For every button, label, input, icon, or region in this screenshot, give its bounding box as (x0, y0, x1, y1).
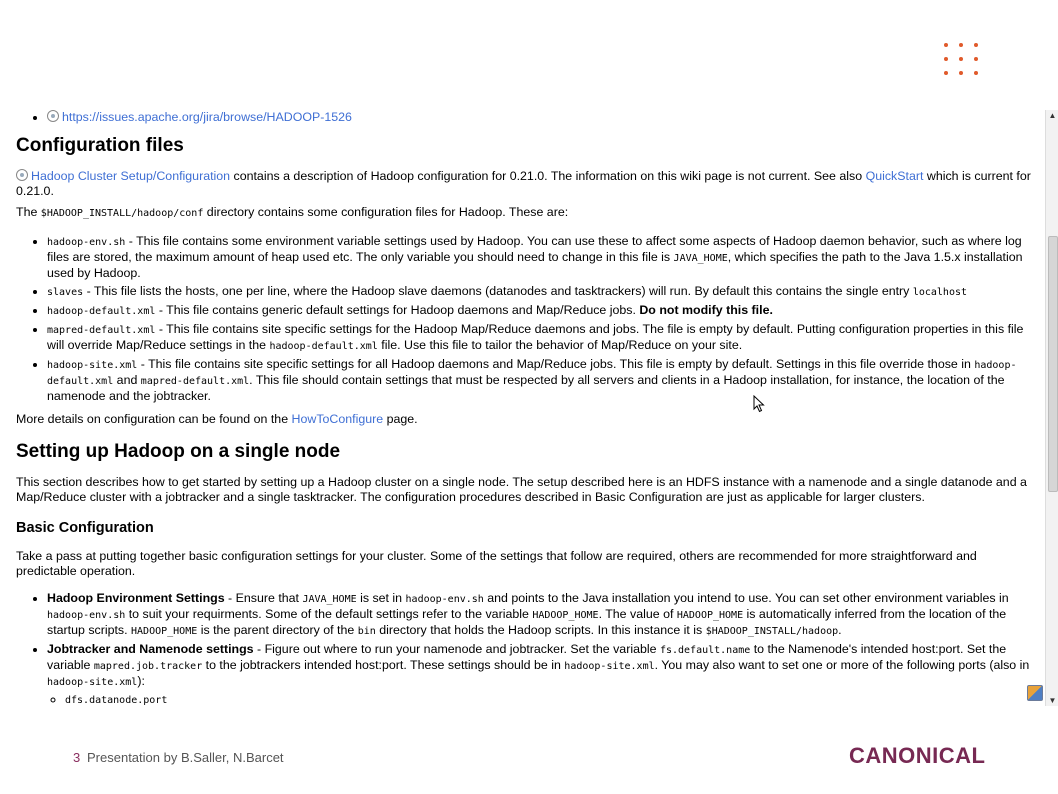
canonical-logo: CANONICAL (849, 743, 986, 768)
browser-viewport: https://issues.apache.org/jira/browse/HA… (0, 108, 1045, 706)
basic-config-para: Take a pass at putting together basic co… (16, 549, 977, 578)
single-node-para: This section describes how to get starte… (16, 475, 1027, 504)
list-item: Jobtracker and Namenode settings - Figur… (47, 642, 1034, 706)
corner-app-icon[interactable] (1027, 685, 1043, 701)
external-link-icon (47, 110, 59, 122)
subheading-basic-config: Basic Configuration (16, 520, 154, 536)
config-intro: Hadoop Cluster Setup/Configuration conta… (16, 169, 1031, 198)
more-details-para: More details on configuration can be fou… (16, 412, 418, 426)
list-item: dfs.datanode.port (65, 692, 1034, 706)
list-item: hadoop-env.sh - This file contains some … (47, 234, 1034, 281)
mouse-cursor-icon (753, 395, 765, 413)
quickstart-link[interactable]: QuickStart (866, 169, 924, 183)
list-item: hadoop-site.xml - This file contains sit… (47, 357, 1034, 404)
vertical-scrollbar[interactable]: ▲ ▼ (1045, 110, 1058, 706)
wiki-content: https://issues.apache.org/jira/browse/HA… (16, 108, 1034, 706)
scroll-down-arrow-icon[interactable]: ▼ (1047, 695, 1058, 706)
scroll-up-arrow-icon[interactable]: ▲ (1047, 110, 1058, 121)
list-item: hadoop-default.xml - This file contains … (47, 303, 1034, 319)
jira-link[interactable]: https://issues.apache.org/jira/browse/HA… (62, 110, 352, 124)
list-item: slaves - This file lists the hosts, one … (47, 284, 1034, 300)
cluster-setup-link[interactable]: Hadoop Cluster Setup/Configuration (31, 169, 230, 183)
config-files-list: hadoop-env.sh - This file contains some … (16, 234, 1034, 404)
list-item: https://issues.apache.org/jira/browse/HA… (47, 110, 1034, 125)
top-link-list: https://issues.apache.org/jira/browse/HA… (16, 110, 1034, 125)
list-item: Hadoop Environment Settings - Ensure tha… (47, 591, 1034, 639)
external-link-icon (16, 169, 28, 181)
section-heading-config: Configuration files (16, 135, 184, 156)
basic-config-list: Hadoop Environment Settings - Ensure tha… (16, 591, 1034, 706)
list-item: mapred-default.xml - This file contains … (47, 322, 1034, 354)
presentation-credit: Presentation by B.Saller, N.Barcet (87, 750, 284, 765)
canonical-dots-icon (944, 43, 980, 77)
section-heading-single-node: Setting up Hadoop on a single node (16, 441, 341, 462)
slide-number: 3 (73, 750, 81, 765)
howtoconfigure-link[interactable]: HowToConfigure (292, 412, 384, 426)
ports-list: dfs.datanode.port (47, 692, 1034, 706)
conf-dir-para: The $HADOOP_INSTALL/hadoop/conf director… (16, 205, 569, 219)
scrollbar-thumb[interactable] (1048, 236, 1058, 492)
